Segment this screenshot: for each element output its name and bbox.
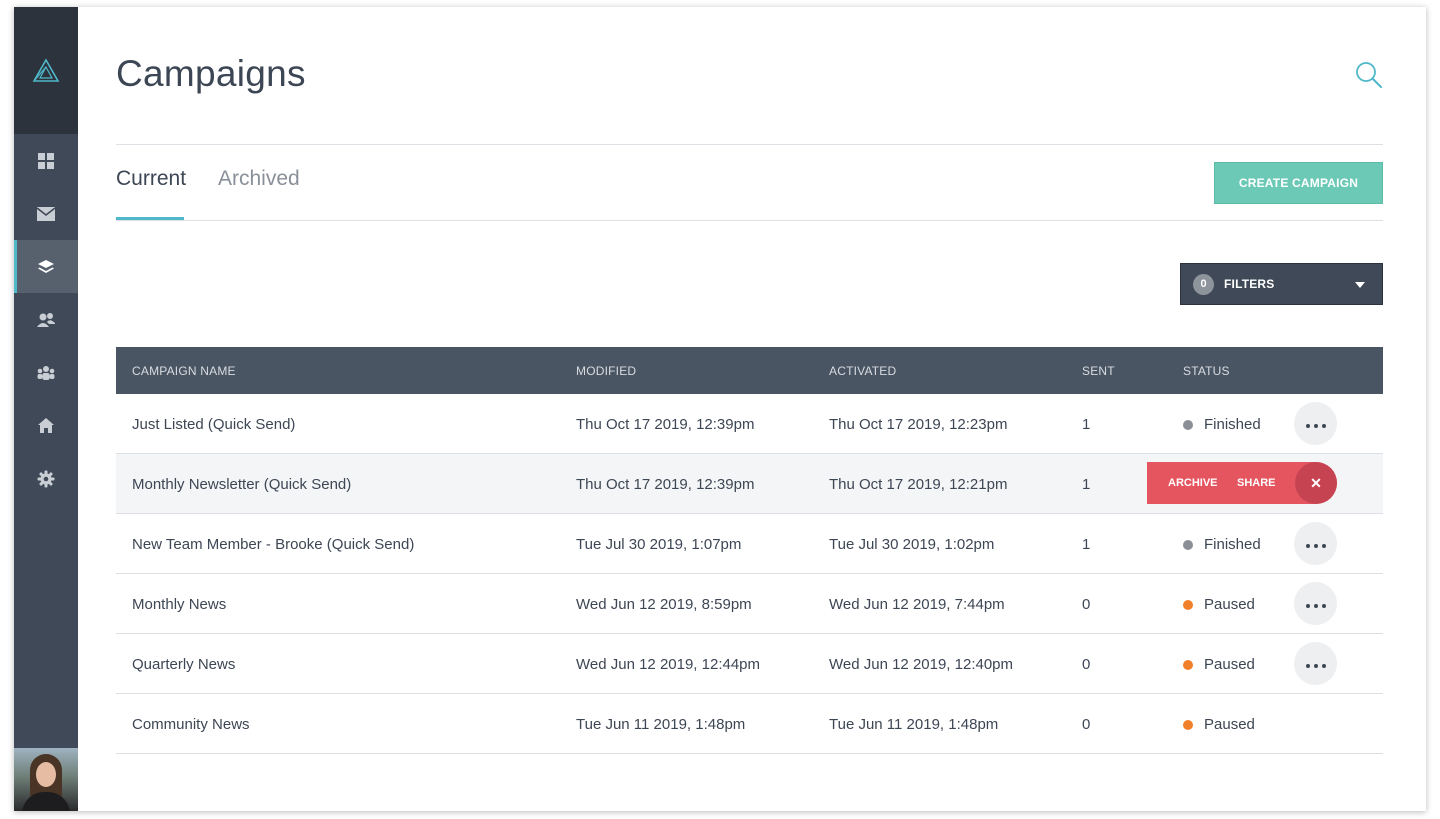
modified-date: Wed Jun 12 2019, 12:44pm — [576, 656, 761, 673]
column-header-status[interactable]: STATUS — [1183, 364, 1230, 378]
column-header-modified[interactable]: MODIFIED — [576, 364, 636, 378]
campaign-name[interactable]: New Team Member - Brooke (Quick Send) — [132, 536, 414, 553]
table-header: CAMPAIGN NAME MODIFIED ACTIVATED SENT ST… — [116, 347, 1383, 394]
modified-date: Tue Jul 30 2019, 1:07pm — [576, 536, 742, 553]
create-campaign-button[interactable]: CREATE CAMPAIGN — [1214, 162, 1383, 204]
sidebar-item-email[interactable] — [14, 187, 78, 240]
sidebar-item-dashboard[interactable] — [14, 134, 78, 187]
ellipsis-icon — [1304, 535, 1328, 552]
campaign-name[interactable]: Just Listed (Quick Send) — [132, 416, 295, 433]
sent-count: 0 — [1082, 596, 1091, 613]
table-row[interactable]: New Team Member - Brooke (Quick Send) Tu… — [116, 514, 1383, 574]
row-action-bar: ARCHIVE SHARE ✕ — [1147, 462, 1337, 504]
status-dot-icon — [1183, 659, 1193, 670]
sent-count: 1 — [1082, 536, 1091, 553]
gear-icon — [37, 470, 55, 487]
sidebar-item-home[interactable] — [14, 399, 78, 452]
dashboard-icon — [38, 152, 54, 169]
campaign-name[interactable]: Community News — [132, 716, 250, 733]
page-title: Campaigns — [116, 53, 306, 94]
share-button[interactable]: SHARE — [1237, 477, 1276, 489]
campaigns-table: CAMPAIGN NAME MODIFIED ACTIVATED SENT ST… — [116, 347, 1383, 754]
table-row[interactable]: Monthly News Wed Jun 12 2019, 8:59pm Wed… — [116, 574, 1383, 634]
sent-count: 0 — [1082, 716, 1091, 733]
row-more-button[interactable] — [1294, 642, 1337, 685]
filters-dropdown[interactable]: 0 FILTERS — [1180, 263, 1383, 305]
envelope-icon — [37, 206, 55, 221]
archive-button[interactable]: ARCHIVE — [1168, 477, 1218, 489]
status-dot-icon — [1183, 599, 1193, 610]
ellipsis-icon — [1304, 595, 1328, 612]
status-label: Paused — [1204, 716, 1255, 733]
activated-date: Wed Jun 12 2019, 7:44pm — [829, 596, 1005, 613]
column-header-activated[interactable]: ACTIVATED — [829, 364, 896, 378]
sidebar-item-team[interactable] — [14, 346, 78, 399]
search-button[interactable] — [1354, 60, 1388, 94]
sidebar-item-campaigns[interactable] — [14, 240, 78, 293]
filter-count-badge: 0 — [1193, 273, 1214, 295]
tab-archived[interactable]: Archived — [218, 167, 300, 191]
status-cell: Paused — [1183, 596, 1255, 613]
status-label: Finished — [1204, 536, 1261, 553]
status-label: Paused — [1204, 596, 1255, 613]
ellipsis-icon — [1304, 655, 1328, 672]
status-cell: Finished — [1183, 536, 1261, 553]
app-window: Campaigns Current Archived CREATE CAMPAI… — [14, 7, 1426, 811]
close-icon[interactable]: ✕ — [1295, 462, 1337, 504]
chevron-down-icon — [1355, 282, 1365, 288]
modified-date: Thu Oct 17 2019, 12:39pm — [576, 416, 755, 433]
tab-divider — [116, 220, 1383, 221]
ellipsis-icon — [1304, 415, 1328, 432]
activated-date: Wed Jun 12 2019, 12:40pm — [829, 656, 1014, 673]
status-cell: Paused — [1183, 716, 1255, 733]
campaign-name[interactable]: Quarterly News — [132, 656, 235, 673]
sent-count: 1 — [1082, 476, 1091, 493]
logo-icon — [32, 57, 60, 82]
contacts-icon — [37, 312, 55, 327]
sent-count: 0 — [1082, 656, 1091, 673]
column-header-name[interactable]: CAMPAIGN NAME — [132, 364, 236, 378]
filters-label: FILTERS — [1224, 277, 1275, 291]
brand-logo[interactable] — [14, 7, 78, 134]
table-row[interactable]: Community News Tue Jun 11 2019, 1:48pm T… — [116, 694, 1383, 754]
status-dot-icon — [1183, 419, 1193, 430]
activated-date: Tue Jul 30 2019, 1:02pm — [829, 536, 995, 553]
header-divider — [116, 144, 1383, 145]
activated-date: Tue Jun 11 2019, 1:48pm — [829, 716, 999, 733]
status-label: Paused — [1204, 656, 1255, 673]
sent-count: 1 — [1082, 416, 1091, 433]
status-label: Finished — [1204, 416, 1261, 433]
layers-icon — [38, 259, 54, 273]
row-more-button[interactable] — [1294, 402, 1337, 445]
team-icon — [37, 365, 55, 380]
sidebar-item-contacts[interactable] — [14, 293, 78, 346]
user-avatar[interactable] — [14, 748, 78, 811]
status-cell: Paused — [1183, 656, 1255, 673]
modified-date: Tue Jun 11 2019, 1:48pm — [576, 716, 746, 733]
campaign-name[interactable]: Monthly Newsletter (Quick Send) — [132, 476, 351, 493]
activated-date: Thu Oct 17 2019, 12:23pm — [829, 416, 1008, 433]
table-row[interactable]: Monthly Newsletter (Quick Send) Thu Oct … — [116, 454, 1383, 514]
activated-date: Thu Oct 17 2019, 12:21pm — [829, 476, 1008, 493]
modified-date: Thu Oct 17 2019, 12:39pm — [576, 476, 755, 493]
row-more-button[interactable] — [1294, 522, 1337, 565]
status-cell: Finished — [1183, 416, 1261, 433]
row-more-button[interactable] — [1294, 582, 1337, 625]
modified-date: Wed Jun 12 2019, 8:59pm — [576, 596, 752, 613]
table-row[interactable]: Just Listed (Quick Send) Thu Oct 17 2019… — [116, 394, 1383, 454]
tab-current[interactable]: Current — [116, 167, 186, 191]
home-icon — [38, 418, 54, 433]
campaign-name[interactable]: Monthly News — [132, 596, 226, 613]
column-header-sent[interactable]: SENT — [1082, 364, 1115, 378]
search-icon — [1356, 62, 1382, 88]
sidebar-item-settings[interactable] — [14, 452, 78, 505]
status-dot-icon — [1183, 539, 1193, 550]
status-dot-icon — [1183, 719, 1193, 730]
table-row[interactable]: Quarterly News Wed Jun 12 2019, 12:44pm … — [116, 634, 1383, 694]
sidebar — [14, 7, 78, 811]
